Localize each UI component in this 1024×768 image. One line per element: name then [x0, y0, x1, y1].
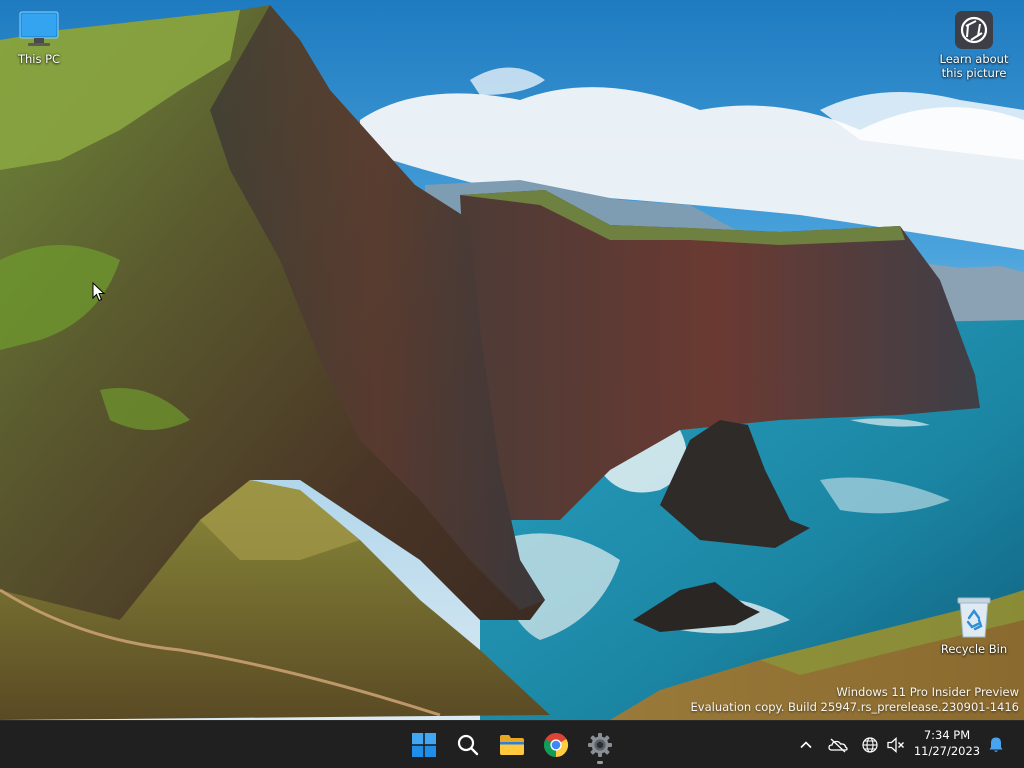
desktop-icon-recycle-bin[interactable]: Recycle Bin [936, 596, 1012, 656]
camera-aperture-icon [955, 11, 993, 49]
settings-gear-icon [588, 733, 612, 757]
bell-icon [989, 737, 1003, 752]
desktop-icon-label: This PC [17, 52, 61, 66]
mouse-cursor-icon [92, 282, 106, 302]
desktop-wallpaper [0, 0, 1024, 720]
windows-start-icon [412, 733, 436, 757]
file-explorer-button[interactable] [492, 725, 532, 765]
onedrive-offline-icon [828, 738, 848, 753]
taskbar: 7:34 PM 11/27/2023 [0, 720, 1024, 768]
wallpaper-scene [0, 0, 1024, 720]
running-indicator [597, 761, 603, 764]
chevron-up-icon [800, 741, 812, 749]
chrome-icon [543, 733, 569, 757]
settings-button[interactable] [580, 725, 620, 765]
recycle-bin-icon [957, 597, 991, 638]
chrome-button[interactable] [536, 725, 576, 765]
show-hidden-icons-button[interactable] [794, 731, 818, 759]
watermark-build: Evaluation copy. Build 25947.rs_prerelea… [690, 700, 1019, 714]
desktop-icon-label: Learn about this picture [939, 52, 1009, 80]
evaluation-watermark: Windows 11 Pro Insider Preview Evaluatio… [691, 685, 1019, 715]
desktop-icon-label: Recycle Bin [940, 642, 1008, 656]
search-button[interactable] [448, 725, 488, 765]
start-button[interactable] [404, 725, 444, 765]
monitor-icon [19, 11, 59, 46]
taskbar-clock[interactable]: 7:34 PM 11/27/2023 [912, 727, 982, 763]
clock-date: 11/27/2023 [913, 744, 981, 758]
volume-muted-icon [887, 737, 904, 753]
notifications-button[interactable] [984, 731, 1008, 759]
globe-network-icon [862, 737, 878, 753]
file-explorer-icon [500, 735, 524, 755]
volume-tray-button[interactable] [884, 731, 908, 759]
clock-time: 7:34 PM [923, 728, 971, 742]
network-tray-button[interactable] [858, 731, 882, 759]
desktop-icon-learn-about-picture[interactable]: Learn about this picture [936, 10, 1012, 80]
onedrive-tray-button[interactable] [826, 731, 850, 759]
watermark-edition: Windows 11 Pro Insider Preview [836, 685, 1019, 699]
desktop-icon-this-pc[interactable]: This PC [1, 10, 77, 66]
search-icon [457, 734, 479, 756]
